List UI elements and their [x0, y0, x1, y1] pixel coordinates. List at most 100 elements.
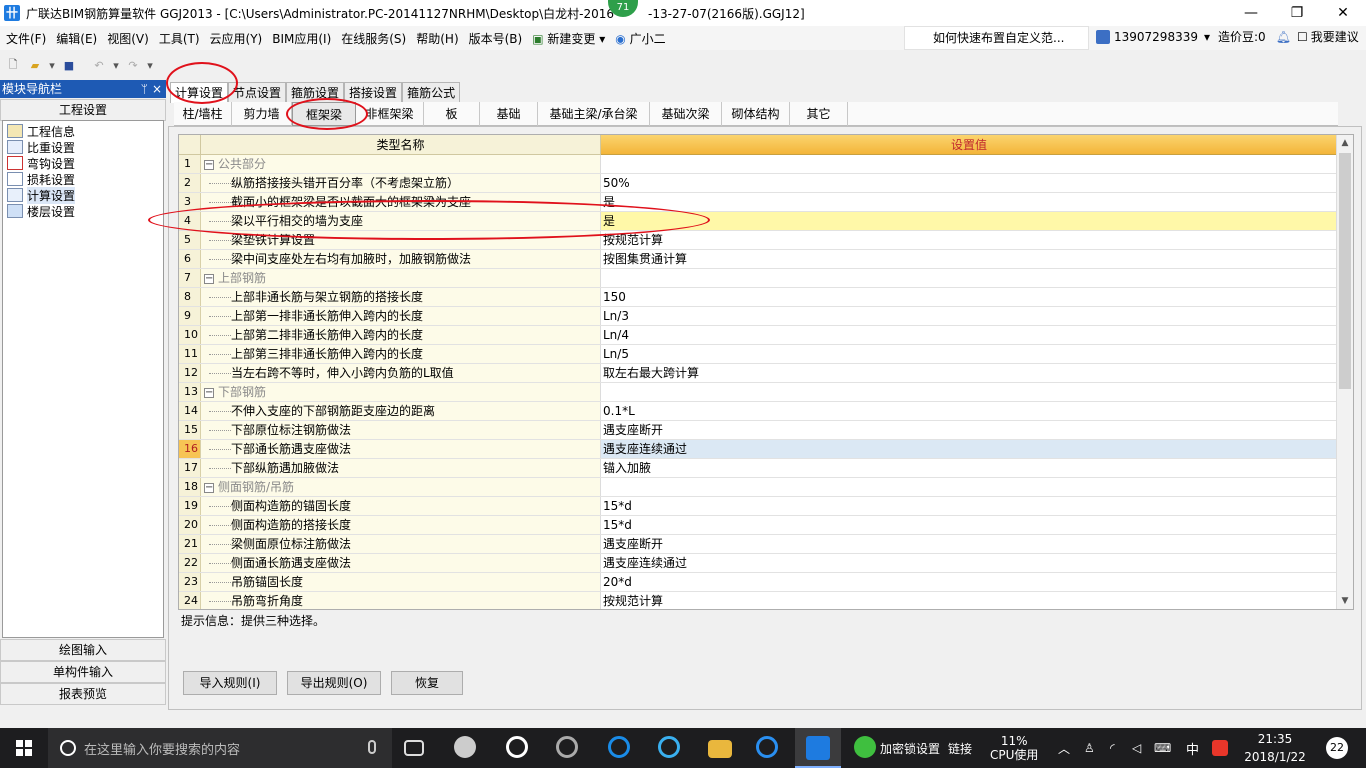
row-setting-value[interactable]: 50% — [601, 174, 1337, 192]
row-setting-value[interactable]: 锚入加腋 — [601, 459, 1337, 477]
row-setting-value[interactable]: 是 — [601, 193, 1337, 211]
row-setting-value[interactable]: 是 — [601, 212, 1337, 230]
glodon-g-icon[interactable] — [756, 736, 778, 758]
scroll-up-icon[interactable]: ▲ — [1337, 135, 1353, 151]
table-row[interactable]: 4 梁以平行相交的墙为支座 是 — [179, 212, 1337, 231]
start-button[interactable] — [0, 728, 48, 768]
menu-view[interactable]: 视图(V) — [103, 30, 153, 47]
row-setting-value[interactable] — [601, 269, 1337, 287]
menu-tools[interactable]: 工具(T) — [155, 30, 204, 47]
table-row[interactable]: 10 上部第二排非通长筋伸入跨内的长度 Ln/4 — [179, 326, 1337, 345]
tab-foundation[interactable]: 基础 — [480, 102, 538, 126]
tree-item-loss[interactable]: 损耗设置 — [3, 171, 163, 187]
undo-icon[interactable]: ↶ — [90, 56, 108, 74]
tree-item-hook[interactable]: 弯钩设置 — [3, 155, 163, 171]
row-setting-value[interactable]: 20*d — [601, 573, 1337, 591]
tab-lap-settings[interactable]: 搭接设置 — [344, 82, 403, 102]
menu-help[interactable]: 帮助(H) — [412, 30, 462, 47]
bell-icon[interactable]: 🔔︎ — [1276, 30, 1291, 44]
table-row[interactable]: 9 上部第一排非通长筋伸入跨内的长度 Ln/3 — [179, 307, 1337, 326]
tab-foundation-secondary-beam[interactable]: 基础次梁 — [650, 102, 722, 126]
dropdown-arrow-icon[interactable]: ▾ — [1204, 30, 1210, 44]
row-setting-value[interactable]: 150 — [601, 288, 1337, 306]
import-rules-button[interactable]: 导入规则(I) — [183, 671, 277, 695]
tree-item-calc[interactable]: 计算设置 — [3, 186, 163, 204]
vertical-scrollbar[interactable]: ▲ ▼ — [1336, 135, 1353, 609]
row-setting-value[interactable] — [601, 478, 1337, 496]
tree-item-project-info[interactable]: 工程信息 — [3, 123, 163, 139]
restore-button[interactable]: 恢复 — [391, 671, 463, 695]
table-row[interactable]: 12 当左右跨不等时，伸入小跨内负筋的L取值 取左右最大跨计算 — [179, 364, 1337, 383]
nav-section-report-preview[interactable]: 报表预览 — [0, 683, 166, 705]
tab-stirrup-formula[interactable]: 箍筋公式 — [402, 82, 461, 102]
row-setting-value[interactable]: 按图集贯通计算 — [601, 250, 1337, 268]
edge-icon[interactable] — [608, 736, 630, 758]
table-row[interactable]: 8 上部非通长筋与架立钢筋的搭接长度 150 — [179, 288, 1337, 307]
file-explorer-icon[interactable] — [708, 740, 732, 758]
group-row[interactable]: 7− 上部钢筋 — [179, 269, 1337, 288]
table-row[interactable]: 20 侧面构造筋的搭接长度 15*d — [179, 516, 1337, 535]
tab-other[interactable]: 其它 — [790, 102, 848, 126]
group-row[interactable]: 1− 公共部分 — [179, 155, 1337, 174]
row-setting-value[interactable]: 遇支座连续通过 — [601, 554, 1337, 572]
table-row[interactable]: 15 下部原位标注钢筋做法 遇支座断开 — [179, 421, 1337, 440]
row-setting-value[interactable]: 15*d — [601, 516, 1337, 534]
wifi-icon[interactable]: ◜ — [1110, 728, 1115, 768]
open-folder-icon[interactable]: ▰ — [26, 56, 44, 74]
table-row[interactable]: 22 侧面通长筋遇支座做法 遇支座连续通过 — [179, 554, 1337, 573]
row-setting-value[interactable]: 按规范计算 — [601, 231, 1337, 249]
row-setting-value[interactable]: 15*d — [601, 497, 1337, 515]
group-row[interactable]: 13− 下部钢筋 — [179, 383, 1337, 402]
volume-icon[interactable]: ◁ — [1132, 728, 1141, 768]
collapse-icon[interactable]: − — [204, 159, 214, 170]
row-setting-value[interactable]: 按规范计算 — [601, 592, 1337, 609]
help-search-box[interactable]: 如何快速布置自定义范... — [904, 26, 1089, 50]
tab-slab[interactable]: 板 — [424, 102, 480, 126]
menu-version[interactable]: 版本号(B) — [465, 30, 527, 47]
browser-e-icon[interactable] — [506, 736, 528, 758]
people-icon[interactable]: ♙ — [1084, 728, 1095, 768]
collapse-icon[interactable]: − — [204, 387, 214, 398]
tab-non-frame-beam[interactable]: 非框架梁 — [356, 102, 424, 126]
table-row[interactable]: 16 下部通长筋遇支座做法 遇支座连续通过 — [179, 440, 1337, 459]
suggest-link[interactable]: 我要建议 — [1311, 28, 1359, 45]
close-icon[interactable]: × — [152, 80, 162, 98]
menu-cloud[interactable]: 云应用(Y) — [206, 30, 267, 47]
scroll-thumb[interactable] — [1339, 153, 1351, 389]
tab-masonry[interactable]: 砌体结构 — [722, 102, 790, 126]
microphone-icon[interactable] — [368, 740, 376, 754]
cpu-monitor[interactable]: 11% CPU使用 — [990, 728, 1038, 768]
menu-bim[interactable]: BIM应用(I) — [268, 30, 335, 47]
tree-item-density[interactable]: 比重设置 — [3, 139, 163, 155]
minimize-button[interactable]: — — [1228, 0, 1274, 26]
new-file-icon[interactable]: 🗋︎ — [4, 56, 22, 74]
row-setting-value[interactable] — [601, 155, 1337, 173]
keyboard-icon[interactable]: ⌨ — [1154, 728, 1171, 768]
scroll-down-icon[interactable]: ▼ — [1337, 593, 1353, 609]
tab-calc-settings[interactable]: 计算设置 — [170, 82, 229, 103]
row-setting-value[interactable] — [601, 383, 1337, 401]
table-row[interactable]: 6 梁中间支座处左右均有加腋时，加腋钢筋做法 按图集贯通计算 — [179, 250, 1337, 269]
task-view-icon[interactable] — [404, 740, 424, 756]
tab-frame-beam[interactable]: 框架梁 — [292, 102, 356, 126]
row-setting-value[interactable]: 取左右最大跨计算 — [601, 364, 1337, 382]
notification-center-icon[interactable]: 22 — [1326, 737, 1348, 759]
collapse-icon[interactable]: − — [204, 482, 214, 493]
active-app-task[interactable] — [795, 728, 841, 768]
encrypt-lock-task[interactable]: 加密锁设置 — [880, 728, 940, 768]
tab-foundation-main-beam[interactable]: 基础主梁/承台梁 — [538, 102, 650, 126]
table-row[interactable]: 2 纵筋搭接接头错开百分率（不考虑架立筋） 50% — [179, 174, 1337, 193]
clock[interactable]: 21:35 2018/1/22 — [1240, 730, 1310, 766]
user-phone[interactable]: 13907298339 — [1114, 30, 1198, 44]
fan-app-icon[interactable] — [454, 736, 476, 758]
table-row[interactable]: 17 下部纵筋遇加腋做法 锚入加腋 — [179, 459, 1337, 478]
table-row[interactable]: 14 不伸入支座的下部钢筋距支座边的距离 0.1*L — [179, 402, 1337, 421]
tree-item-floor[interactable]: 楼层设置 — [3, 203, 163, 219]
row-setting-value[interactable]: Ln/4 — [601, 326, 1337, 344]
export-rules-button[interactable]: 导出规则(O) — [287, 671, 381, 695]
tab-shear-wall[interactable]: 剪力墙 — [232, 102, 292, 126]
table-row[interactable]: 5 梁垫铁计算设置 按规范计算 — [179, 231, 1337, 250]
row-setting-value[interactable]: Ln/3 — [601, 307, 1337, 325]
menu-file[interactable]: 文件(F) — [2, 30, 50, 47]
tray-chevron-icon[interactable]: ︿ — [1058, 728, 1070, 768]
